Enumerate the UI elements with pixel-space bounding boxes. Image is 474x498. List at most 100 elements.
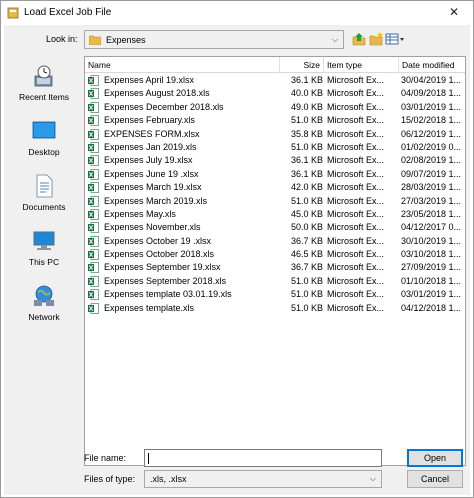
new-folder-button[interactable]: [368, 31, 384, 47]
file-row[interactable]: Expenses November.xls 50.0 KB Microsoft Ex…: [85, 221, 465, 234]
file-row[interactable]: Expenses template.xls 51.0 KB Microsoft Ex…: [85, 302, 465, 315]
file-type: Microsoft Ex...: [327, 155, 385, 166]
excel-file-icon: [88, 302, 99, 314]
recent-items-icon: [34, 65, 53, 87]
file-size: 49.0 KB: [290, 101, 323, 112]
file-name: Expenses August 2018.xls: [104, 88, 210, 99]
column-header-size[interactable]: Size: [280, 57, 324, 73]
window-title: Load Excel Job File: [24, 7, 112, 18]
file-row[interactable]: Expenses February.xls 51.0 KB Microsoft Ex…: [85, 114, 465, 127]
file-size: 42.0 KB: [290, 182, 323, 193]
up-one-level-button[interactable]: [351, 31, 367, 47]
file-name: Expenses November.xls: [104, 222, 201, 233]
excel-file-icon: [88, 276, 99, 287]
place-documents[interactable]: Documents: [10, 168, 78, 218]
view-details-icon: [385, 33, 404, 45]
file-row[interactable]: Expenses July 19.xlsx 36.1 KB Microsoft Ex…: [85, 154, 465, 167]
file-row[interactable]: Expenses December 2018.xls 49.0 KB Microso…: [85, 101, 465, 114]
file-type: Microsoft Ex...: [327, 222, 385, 233]
file-size: 51.0 KB: [290, 141, 323, 152]
desktop-icon: [32, 121, 56, 139]
new-folder-icon: [369, 32, 383, 46]
file-date: 27/03/2019 1...: [401, 195, 462, 206]
file-row[interactable]: Expenses September 19.xlsx 36.7 KB Microso…: [85, 261, 465, 274]
place-this-pc[interactable]: This PC: [10, 223, 78, 273]
file-size: 45.0 KB: [290, 208, 323, 219]
file-row[interactable]: Expenses August 2018.xls 40.0 KB Microsoft…: [85, 87, 465, 100]
file-name-input[interactable]: [144, 449, 382, 467]
file-name: Expenses October 2018.xls: [104, 249, 215, 260]
excel-file-icon: [88, 142, 99, 153]
file-type: Microsoft Ex...: [327, 195, 385, 206]
place-label: Desktop: [28, 147, 60, 157]
close-icon: ✕: [448, 5, 460, 19]
folder-icon: [89, 35, 101, 45]
excel-file-icon: [88, 128, 99, 140]
places-bar: Recent Items Desktop Documents This PC N…: [10, 56, 78, 466]
file-row[interactable]: Expenses May.xls 45.0 KB Microsoft Ex... 23…: [85, 208, 465, 221]
look-in-label: Look in:: [46, 34, 78, 44]
app-icon: [7, 7, 19, 19]
cancel-button[interactable]: Cancel: [407, 470, 463, 488]
file-type: Microsoft Ex...: [327, 235, 385, 246]
file-size: 51.0 KB: [290, 302, 323, 313]
file-name: Expenses June 19 .xlsx: [104, 168, 199, 179]
close-button[interactable]: ✕: [437, 1, 471, 23]
file-date: 09/07/2019 1...: [401, 168, 462, 179]
excel-file-icon: [88, 209, 99, 220]
file-type: Microsoft Ex...: [327, 88, 385, 99]
file-row[interactable]: Expenses March 19.xlsx 42.0 KB Microsoft E…: [85, 181, 465, 194]
place-network[interactable]: Network: [10, 278, 78, 328]
file-row[interactable]: Expenses March 2019.xls 51.0 KB Microsoft …: [85, 195, 465, 208]
file-date: 15/02/2018 1...: [401, 115, 462, 126]
file-name: Expenses February.xls: [104, 115, 195, 126]
file-size: 51.0 KB: [290, 115, 323, 126]
place-desktop[interactable]: Desktop: [10, 113, 78, 163]
file-type-dropdown[interactable]: .xls, .xlsx ⌵: [144, 470, 382, 488]
file-size: 36.7 KB: [290, 262, 323, 273]
excel-file-icon: [88, 101, 99, 113]
place-label: Recent Items: [18, 92, 70, 102]
look-in-dropdown[interactable]: Expenses ⌵: [84, 30, 344, 49]
file-type-label: Files of type:: [84, 474, 136, 484]
column-header-name[interactable]: Name: [85, 57, 280, 73]
file-row[interactable]: Expenses October 19 .xlsx 36.7 KB Microsof…: [85, 235, 465, 248]
open-button[interactable]: Open: [407, 449, 463, 467]
file-name: Expenses template 03.01.19.xls: [104, 289, 232, 300]
column-header-date[interactable]: Date modified: [399, 57, 465, 73]
file-name: Expenses December 2018.xls: [104, 101, 224, 112]
up-folder-icon: [352, 33, 366, 46]
file-row[interactable]: Expenses April 19.xlsx 36.1 KB Microsoft E…: [85, 74, 465, 87]
file-name: Expenses May.xls: [104, 208, 176, 219]
file-row[interactable]: Expenses June 19 .xlsx 36.1 KB Microsoft E…: [85, 168, 465, 181]
place-label: Documents: [22, 202, 66, 212]
file-row[interactable]: Expenses October 2018.xls 46.5 KB Microsof…: [85, 248, 465, 261]
file-list[interactable]: Name Size Item type Date modified Expens…: [84, 56, 466, 466]
file-type: Microsoft Ex...: [327, 182, 385, 193]
file-date: 01/02/2019 0...: [401, 141, 462, 152]
place-label: This PC: [28, 257, 60, 267]
file-date: 27/09/2019 1...: [401, 262, 462, 273]
this-pc-icon: [33, 231, 55, 250]
file-row[interactable]: Expenses Jan 2019.xls 51.0 KB Microsoft Ex…: [85, 141, 465, 154]
excel-file-icon: [88, 235, 99, 247]
place-recent-items[interactable]: Recent Items: [10, 58, 78, 108]
file-type: Microsoft Ex...: [327, 101, 385, 112]
file-row[interactable]: Expenses template 03.01.19.xls 51.0 KB Mic…: [85, 288, 465, 301]
excel-file-icon: [88, 222, 99, 234]
file-name: Expenses March 19.xlsx: [104, 182, 202, 193]
file-size: 36.1 KB: [290, 75, 323, 85]
file-row[interactable]: Expenses September 2018.xls 51.0 KB Micros…: [85, 275, 465, 288]
file-row[interactable]: EXPENSES FORM.xlsx 35.8 KB Microsoft Ex...…: [85, 128, 465, 141]
file-name: Expenses Jan 2019.xls: [104, 141, 197, 152]
documents-icon: [36, 174, 53, 198]
file-date: 30/04/2019 1...: [401, 75, 462, 85]
view-menu-button[interactable]: [384, 31, 406, 47]
column-header-type[interactable]: Item type: [324, 57, 399, 73]
file-date: 04/12/2017 0...: [401, 222, 462, 233]
excel-file-icon: [88, 195, 99, 207]
chevron-down-icon: ⌵: [369, 474, 376, 483]
file-type: Microsoft Ex...: [327, 128, 385, 139]
title-bar: Load Excel Job File ✕: [1, 1, 473, 25]
file-type: Microsoft Ex...: [327, 75, 385, 85]
